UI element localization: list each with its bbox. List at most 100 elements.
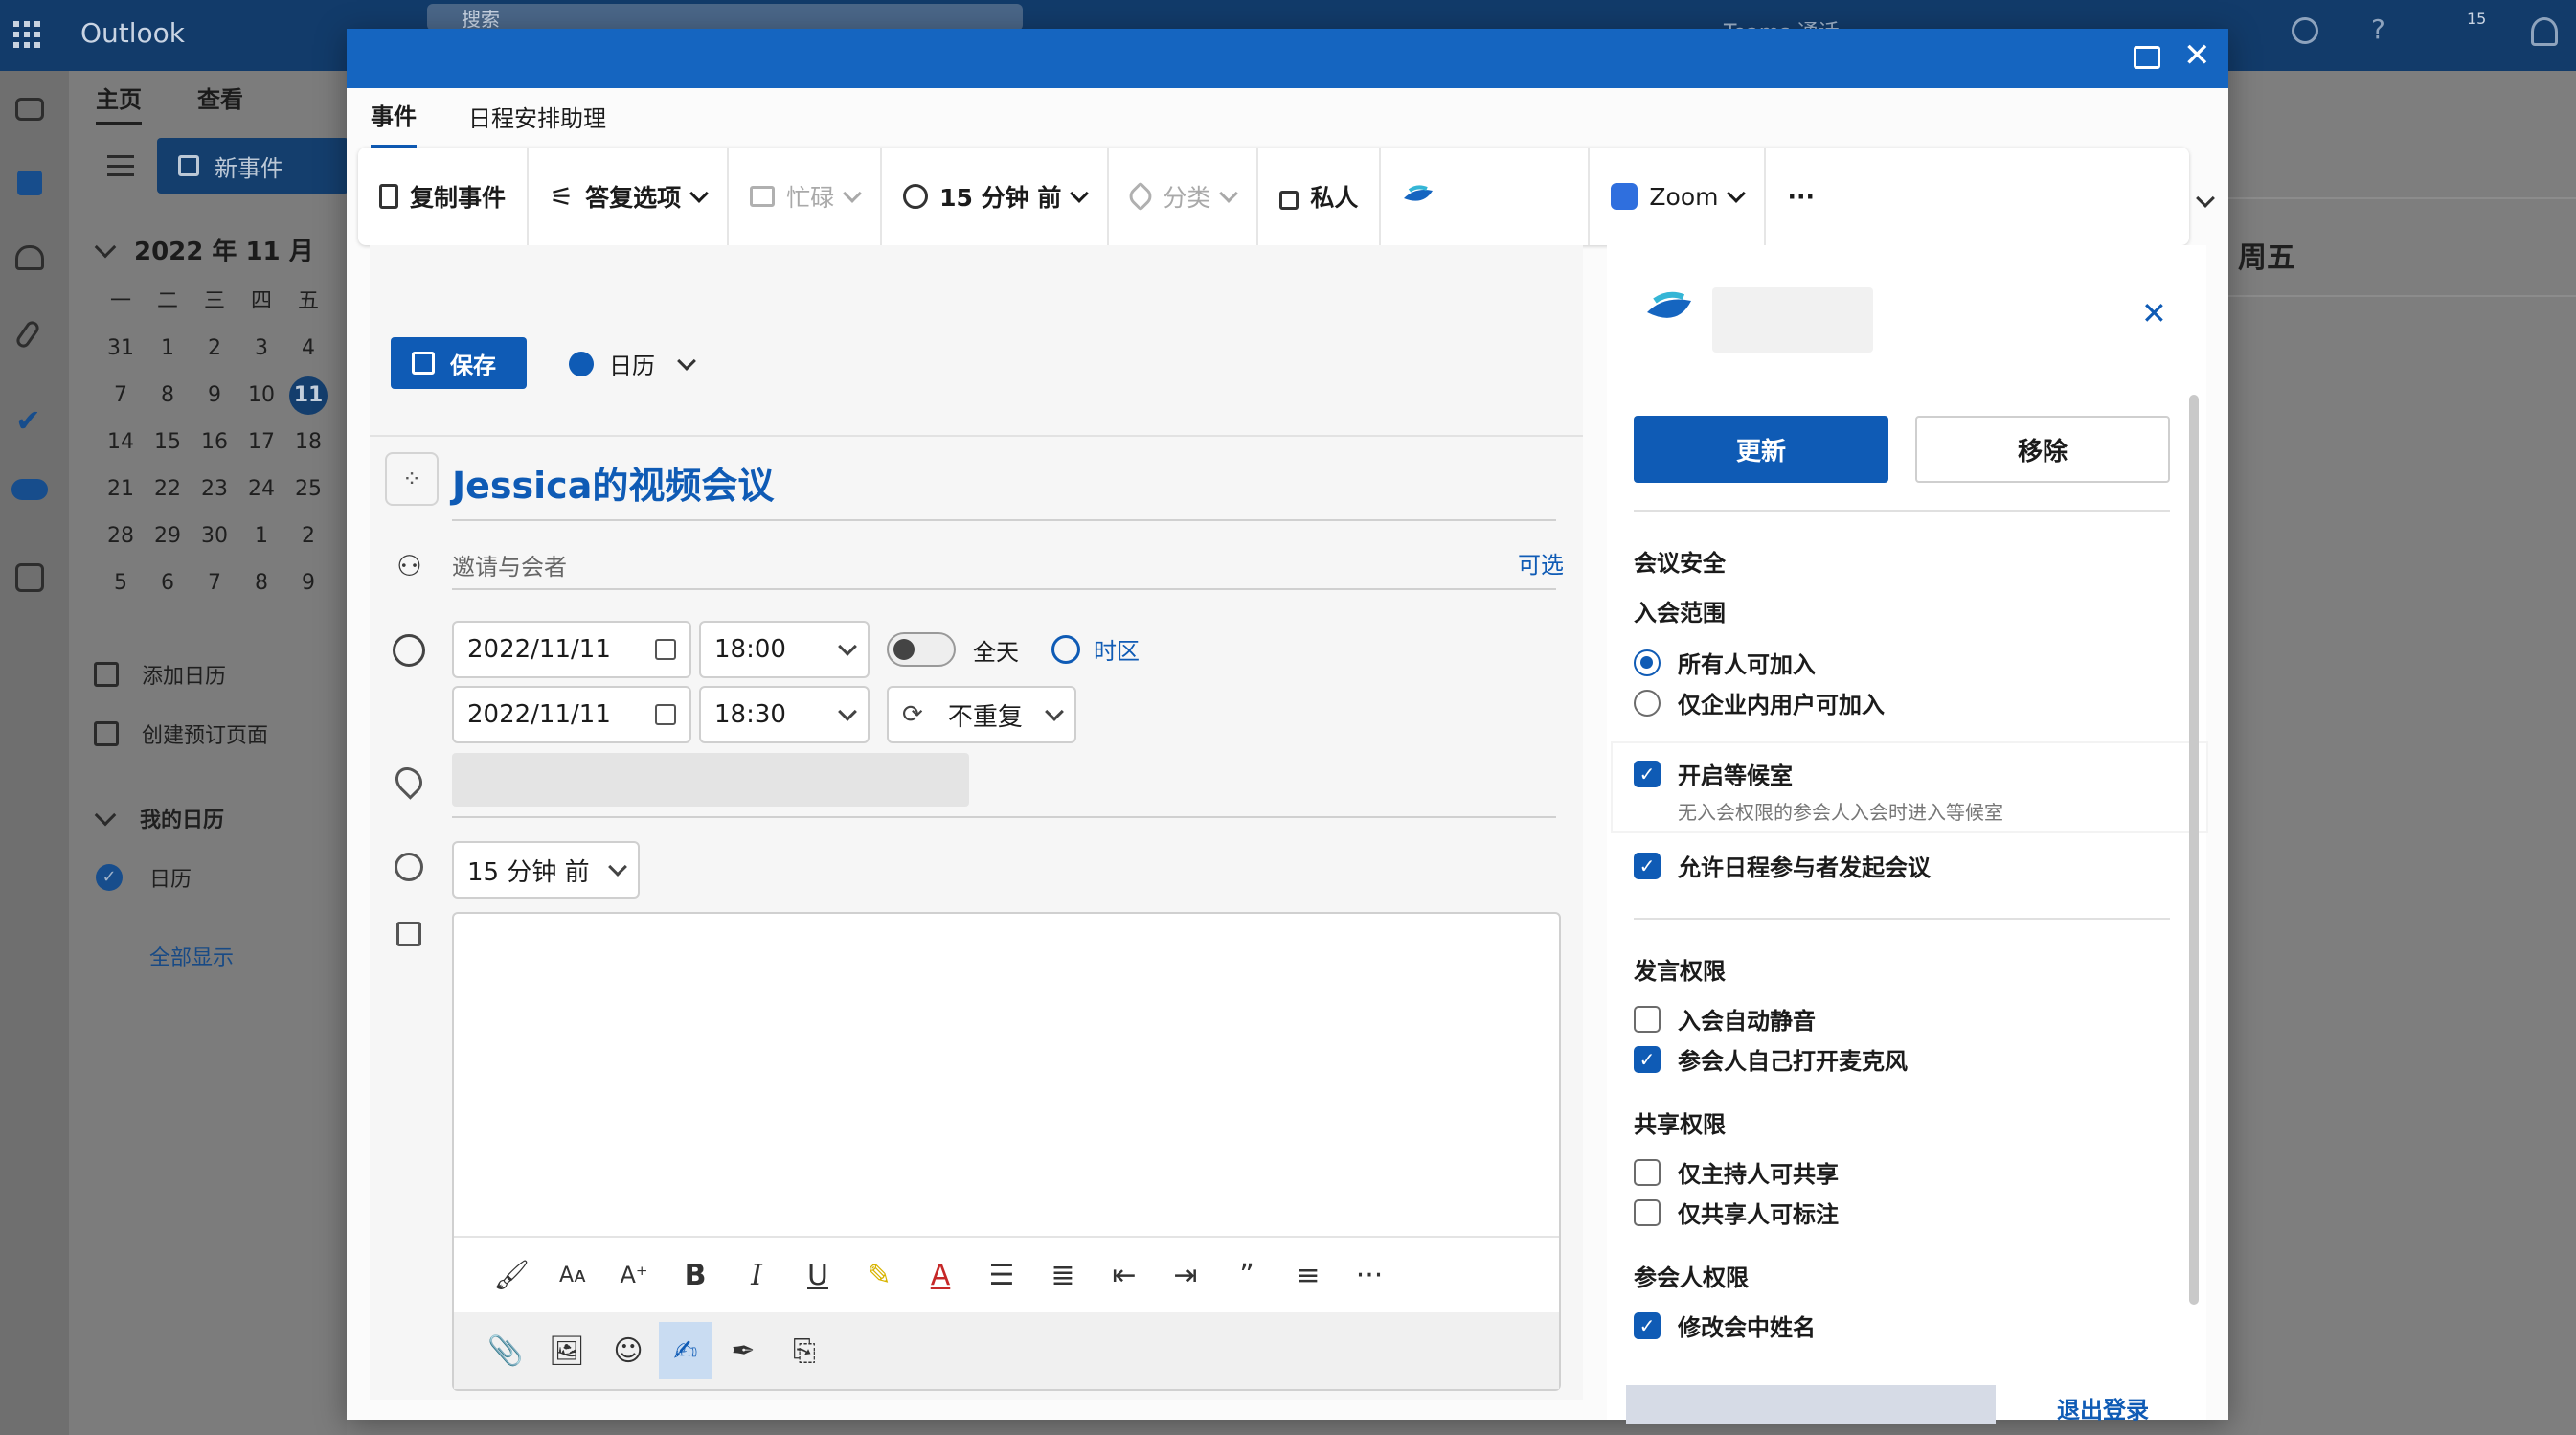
highlight-icon[interactable]: ✎ — [848, 1246, 910, 1304]
calendar-day-cell[interactable]: 5 — [102, 564, 140, 603]
more-apps-icon[interactable] — [15, 563, 44, 592]
panel-scrollbar[interactable] — [2189, 395, 2199, 1305]
app-launcher-icon[interactable] — [13, 21, 40, 48]
more-format-icon[interactable]: ··· — [1339, 1246, 1400, 1304]
grow-font-icon[interactable]: A⁺ — [603, 1246, 665, 1304]
collapse-month-icon[interactable] — [94, 236, 117, 258]
more-options-button[interactable]: ··· — [1766, 148, 1836, 245]
calendar-day-cell[interactable]: 1 — [148, 330, 187, 368]
event-body-editor[interactable]: 🖌 Aᴀ A⁺ B I U ✎ A ☰ ≣ ⇤ ⇥ ” ≡ ··· 📎 🖼 ☺ — [452, 912, 1561, 1391]
close-panel-icon[interactable]: ✕ — [2141, 295, 2167, 331]
underline-icon[interactable]: U — [787, 1246, 848, 1304]
repeat-select[interactable]: ⟳ 不重复 — [887, 686, 1076, 743]
calendar-day-cell[interactable]: 14 — [102, 423, 140, 462]
calendar-day-cell[interactable]: 16 — [195, 423, 234, 462]
collapse-my-calendars-icon[interactable] — [94, 804, 117, 827]
align-icon[interactable]: ≡ — [1277, 1246, 1339, 1304]
show-as-button[interactable]: 忙碌 — [729, 148, 883, 245]
insert-picture-icon[interactable]: 🖼 — [536, 1322, 598, 1379]
scope-option-everyone[interactable]: 所有人可加入 — [1634, 646, 1816, 679]
end-date-field[interactable]: 2022/11/11 — [452, 686, 691, 743]
calendar-day-cell[interactable]: 31 — [102, 330, 140, 368]
sharer-only-annotate-option[interactable]: 仅共享人可标注 — [1634, 1196, 1839, 1229]
calendar-day-cell[interactable]: 2 — [195, 330, 234, 368]
event-title[interactable]: Jessica的视频会议 — [452, 456, 774, 509]
calendar-day-cell[interactable]: 9 — [289, 564, 328, 603]
end-time-field[interactable]: 18:30 — [699, 686, 870, 743]
tab-view[interactable]: 查看 — [197, 80, 243, 125]
copy-event-button[interactable]: 复制事件 — [358, 148, 530, 245]
timezone-button[interactable]: 时区 — [1051, 632, 1140, 666]
calendar-day-cell[interactable]: 29 — [148, 517, 187, 556]
close-icon[interactable]: ✕ — [2183, 36, 2211, 75]
calendar-day-cell[interactable]: 11 — [289, 376, 328, 415]
tab-home[interactable]: 主页 — [96, 80, 142, 125]
update-button[interactable]: 更新 — [1634, 416, 1888, 483]
reply-options-button[interactable]: ⚟ 答复选项 — [529, 148, 730, 245]
increase-indent-icon[interactable]: ⇥ — [1155, 1246, 1216, 1304]
allow-attendees-start-option[interactable]: ✓ 允许日程参与者发起会议 — [1634, 849, 1931, 882]
italic-icon[interactable]: I — [726, 1246, 787, 1304]
logout-link[interactable]: 退出登录 — [2057, 1391, 2149, 1424]
signature-icon[interactable]: ✒ — [712, 1322, 774, 1379]
expand-toolbar-icon[interactable] — [2196, 189, 2215, 208]
meeting-addin-button[interactable] — [1381, 148, 1591, 245]
start-time-field[interactable]: 18:00 — [699, 621, 870, 678]
search-box[interactable]: 搜索 — [427, 4, 1023, 31]
mute-on-join-option[interactable]: 入会自动静音 — [1634, 1002, 1816, 1036]
calendar-day-cell[interactable]: 9 — [195, 376, 234, 415]
calendar-day-cell[interactable]: 8 — [148, 376, 187, 415]
settings-gear-icon[interactable] — [2292, 17, 2318, 44]
categorize-button[interactable]: 分类 — [1109, 148, 1259, 245]
calendar-day-cell[interactable]: 22 — [148, 470, 187, 509]
onedrive-icon[interactable] — [11, 479, 48, 500]
quote-icon[interactable]: ” — [1216, 1246, 1277, 1304]
bullets-icon[interactable]: ☰ — [971, 1246, 1032, 1304]
calendar-day-cell[interactable]: 25 — [289, 470, 328, 509]
event-type-icon[interactable]: ⁘ — [385, 452, 439, 506]
calendar-day-cell[interactable]: 18 — [289, 423, 328, 462]
editor-icon[interactable]: ✍ — [659, 1322, 712, 1379]
decrease-indent-icon[interactable]: ⇤ — [1094, 1246, 1155, 1304]
font-color-icon[interactable]: A — [910, 1246, 971, 1304]
people-icon[interactable] — [15, 245, 44, 270]
calendar-day-cell[interactable]: 3 — [242, 330, 281, 368]
templates-icon[interactable]: ⎘ — [774, 1322, 835, 1379]
tab-scheduling-assistant[interactable]: 日程安排助理 — [468, 100, 606, 147]
calendar-day-cell[interactable]: 2 — [289, 517, 328, 556]
location-input[interactable] — [452, 753, 969, 807]
popout-icon[interactable] — [2134, 46, 2160, 69]
zoom-button[interactable]: Zoom — [1590, 148, 1767, 245]
waiting-room-option[interactable]: ✓ 开启等候室 无入会权限的参会人入会时进入等候室 — [1613, 743, 2206, 831]
calendar-day-cell[interactable]: 1 — [242, 517, 281, 556]
show-all-link[interactable]: 全部显示 — [149, 941, 234, 971]
mail-icon[interactable] — [15, 98, 44, 121]
calendar-day-cell[interactable]: 7 — [102, 376, 140, 415]
help-icon[interactable]: ? — [2371, 13, 2385, 45]
calendar-day-cell[interactable]: 30 — [195, 517, 234, 556]
format-painter-icon[interactable]: 🖌 — [481, 1246, 542, 1304]
font-size-icon[interactable]: Aᴀ — [542, 1246, 603, 1304]
all-day-toggle[interactable] — [887, 632, 956, 667]
calendar-day-cell[interactable]: 10 — [242, 376, 281, 415]
calendar-day-cell[interactable]: 23 — [195, 470, 234, 509]
attachment-icon[interactable] — [13, 318, 42, 351]
calendar-icon[interactable] — [17, 171, 42, 195]
start-date-field[interactable]: 2022/11/11 — [452, 621, 691, 678]
calendar-day-cell[interactable]: 28 — [102, 517, 140, 556]
create-booking-link[interactable]: 创建预订页面 — [94, 718, 268, 749]
todo-check-icon[interactable]: ✔ — [15, 402, 41, 439]
attendees-input[interactable]: 邀请与会者 — [452, 548, 567, 581]
remove-button[interactable]: 移除 — [1915, 416, 2170, 483]
calendar-day-cell[interactable]: 7 — [195, 564, 234, 603]
calendar-day-cell[interactable]: 24 — [242, 470, 281, 509]
calendar-day-cell[interactable]: 17 — [242, 423, 281, 462]
numbering-icon[interactable]: ≣ — [1032, 1246, 1094, 1304]
save-button[interactable]: 保存 — [391, 337, 527, 389]
rename-option[interactable]: ✓ 修改会中姓名 — [1634, 1309, 1816, 1342]
tab-event[interactable]: 事件 — [371, 98, 417, 148]
private-button[interactable]: 私人 — [1258, 148, 1382, 245]
optional-attendees-link[interactable]: 可选 — [1518, 546, 1564, 580]
calendar-day-cell[interactable]: 21 — [102, 470, 140, 509]
reminder-select[interactable]: 15 分钟 前 — [452, 841, 640, 899]
